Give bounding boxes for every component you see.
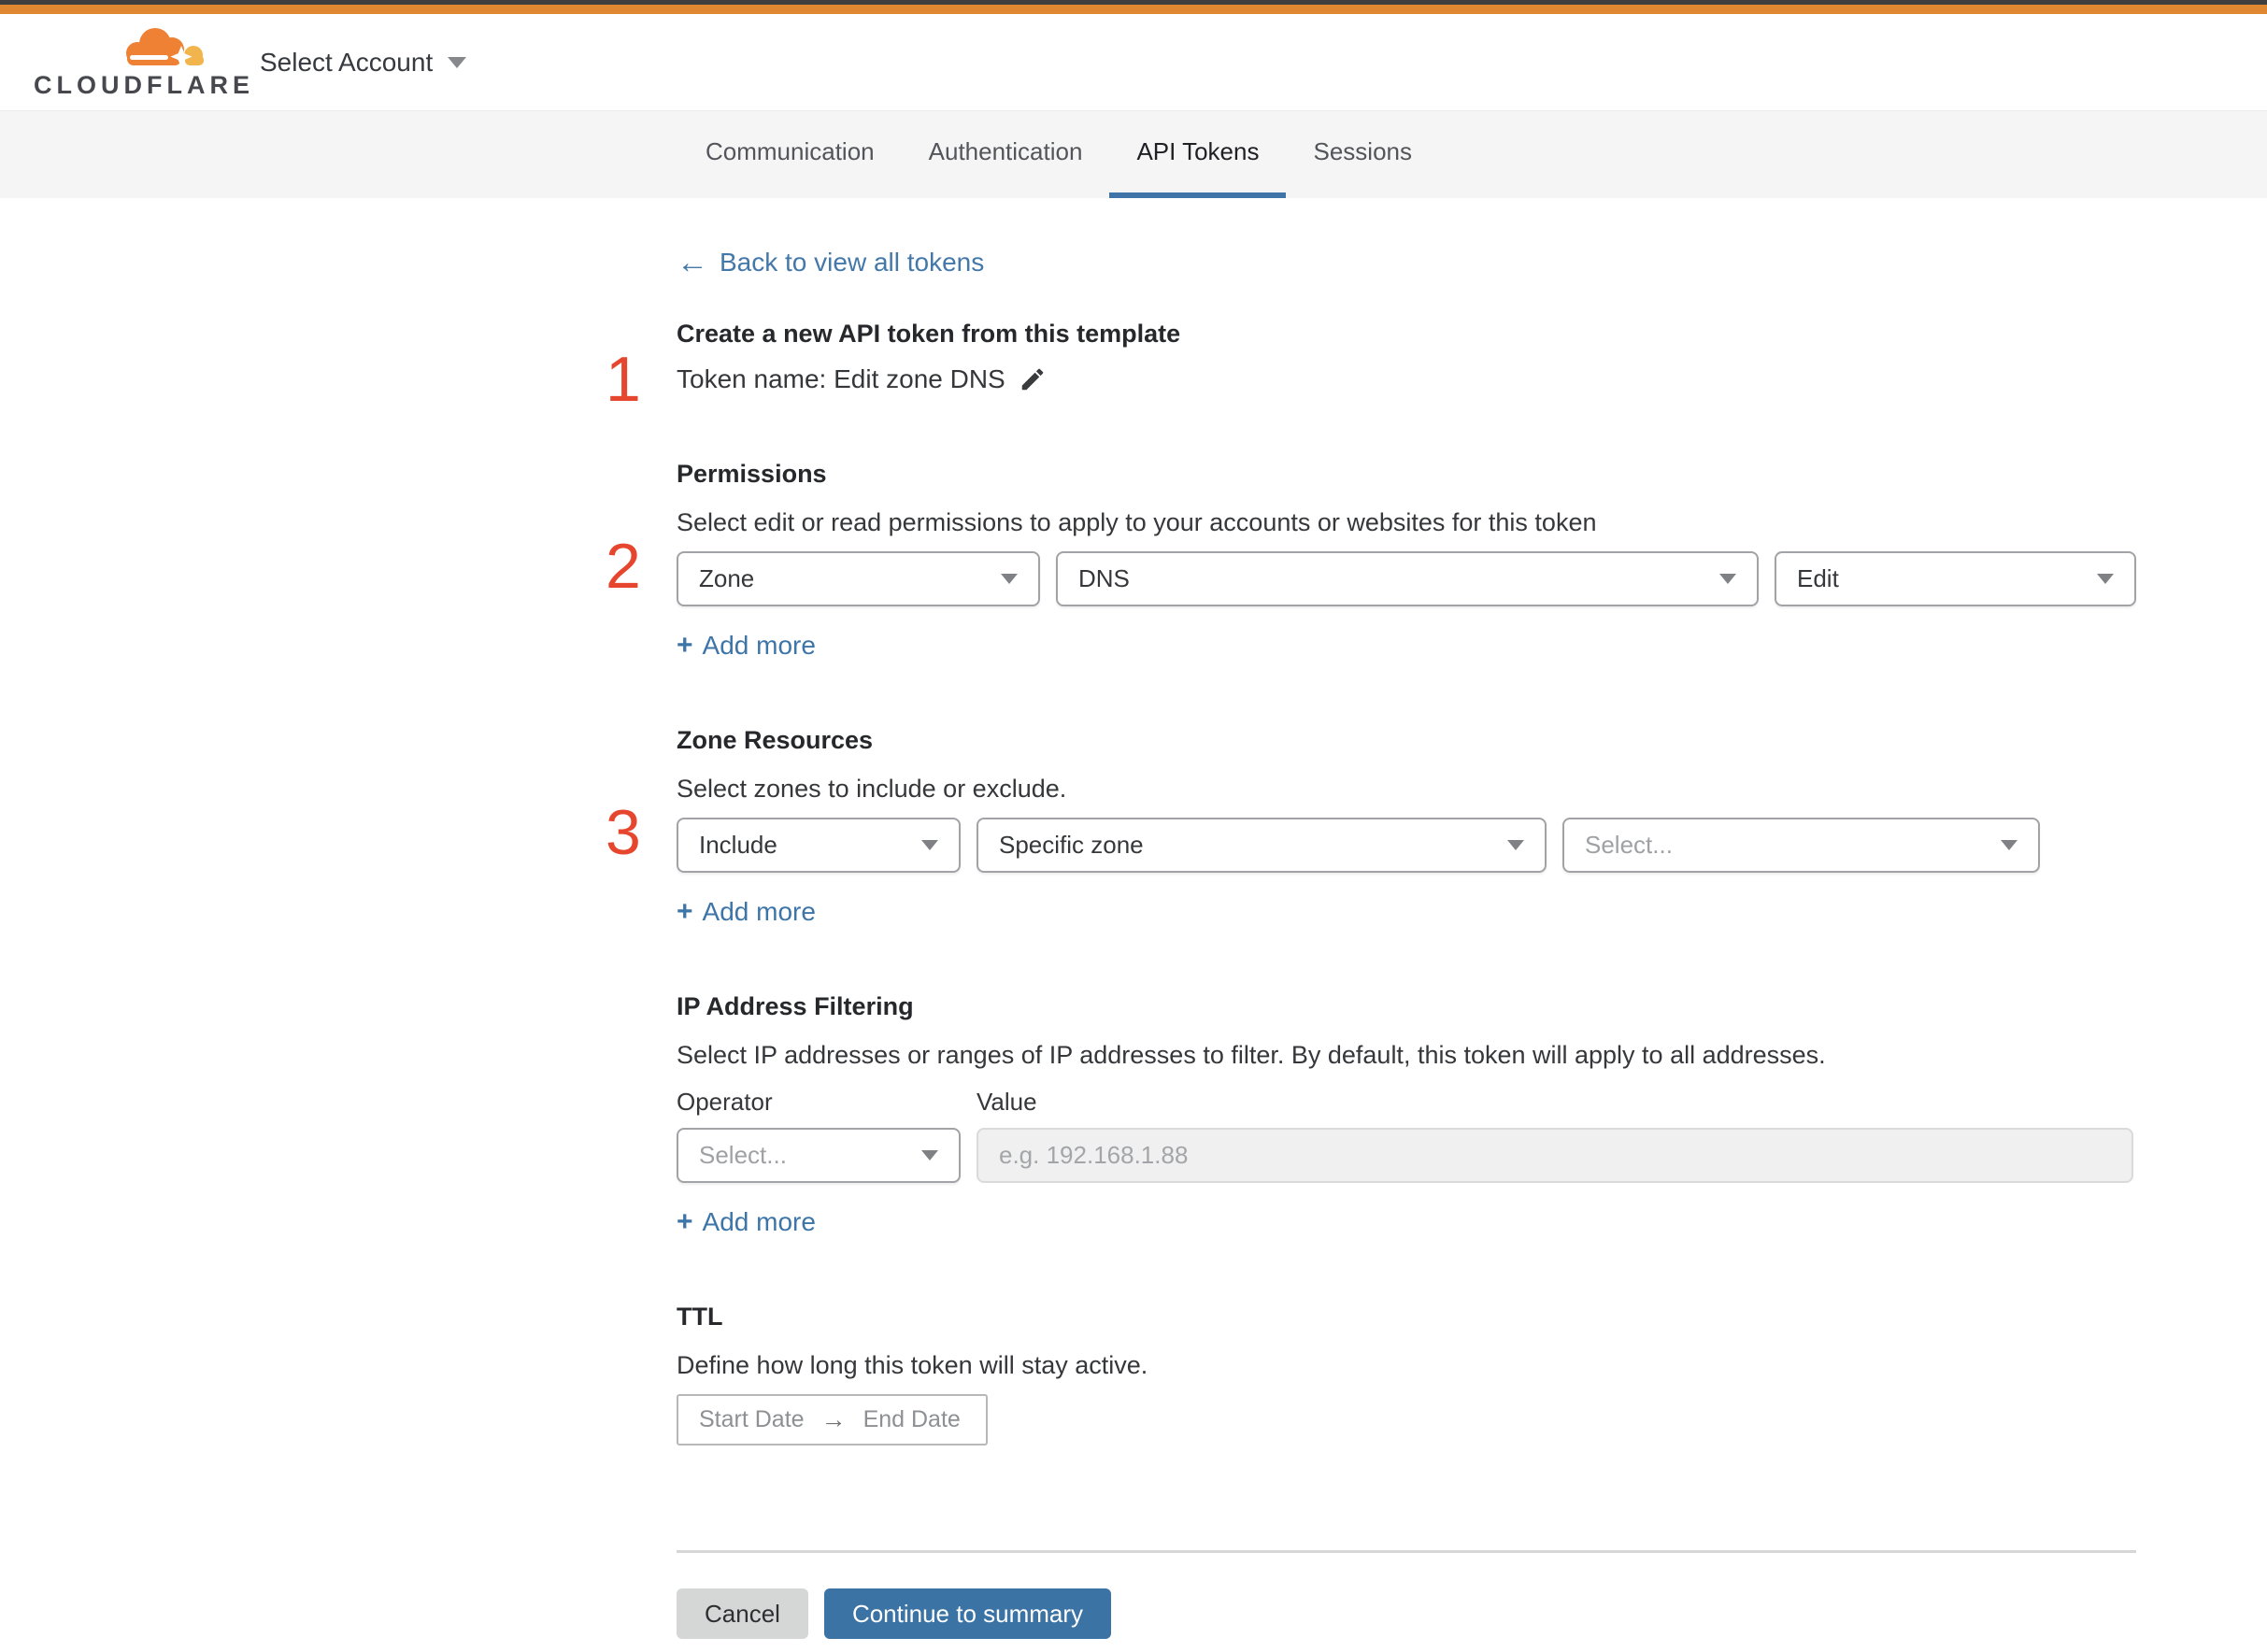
value-label: Value [977,1088,1037,1116]
tab-authentication[interactable]: Authentication [902,111,1110,198]
ip-value-input [977,1128,2133,1183]
chevron-down-icon [1719,574,1736,584]
section-ttl: TTL Define how long this token will stay… [677,1299,2136,1446]
tab-bar: Communication Authentication API Tokens … [0,110,2267,198]
plus-icon: + [677,1206,693,1237]
zone-resources-title: Zone Resources [677,726,874,754]
tab-communication[interactable]: Communication [678,111,902,198]
step-number-2: 2 [606,531,641,602]
back-arrow-icon: ← [677,245,708,280]
ip-filtering-title: IP Address Filtering [677,992,914,1020]
zone-resources-add-more-link[interactable]: + Add more [677,897,816,927]
section-ip-filtering: IP Address Filtering Select IP addresses… [677,989,2136,1237]
cloudflare-wordmark: CLOUDFLARE [34,71,254,99]
ttl-title: TTL [677,1303,723,1331]
arrow-right-icon: → [820,1405,847,1433]
account-selector[interactable]: Select Account [260,47,467,78]
chevron-down-icon [2001,840,2017,850]
zone-include-select[interactable]: Include [677,818,961,873]
edit-pencil-icon[interactable] [1019,365,1047,393]
step-number-1: 1 [606,344,641,415]
cloudflare-logo[interactable]: CLOUDFLARE [34,24,254,100]
zone-picker-select[interactable]: Select... [1562,818,2040,873]
main-content: ← Back to view all tokens 1 Create a new… [0,198,2267,1639]
end-date-placeholder: End Date [863,1406,961,1432]
footer-divider [677,1550,2136,1553]
back-link-label: Back to view all tokens [720,248,985,277]
section-permissions: 2 Permissions Select edit or read permis… [606,456,2136,661]
chevron-down-icon [921,840,938,850]
chevron-down-icon [1507,840,1524,850]
ttl-date-range-picker[interactable]: Start Date → End Date [677,1394,988,1446]
zone-resources-description: Select zones to include or exclude. [677,775,1067,803]
cloudflare-cloud-icon [126,28,204,68]
top-orange-strip [0,5,2267,14]
token-name-text: Token name: Edit zone DNS [677,364,1005,393]
permissions-title: Permissions [677,460,827,488]
ttl-description: Define how long this token will stay act… [677,1351,1148,1379]
operator-label: Operator [677,1088,773,1116]
tab-api-tokens[interactable]: API Tokens [1109,111,1287,198]
permissions-description: Select edit or read permissions to apply… [677,508,1597,536]
zone-type-select[interactable]: Specific zone [977,818,1547,873]
section-zone-resources: 3 Zone Resources Select zones to include… [606,722,2136,927]
chevron-down-icon [1001,574,1018,584]
permission-category-select[interactable]: DNS [1056,551,1759,606]
cloudflare-api-token-page: CLOUDFLARE Select Account Communication … [0,0,2267,1652]
plus-icon: + [677,630,693,661]
section-token-template: 1 Create a new API token from this templ… [606,316,2136,411]
account-selector-label: Select Account [260,47,434,77]
tab-sessions[interactable]: Sessions [1286,111,1439,198]
chevron-down-icon [448,56,467,68]
ip-operator-select[interactable]: Select... [677,1128,961,1183]
template-section-title: Create a new API token from this templat… [677,320,1181,348]
ip-filtering-add-more-link[interactable]: + Add more [677,1207,816,1237]
permission-scope-select[interactable]: Zone [677,551,1040,606]
ip-filtering-description: Select IP addresses or ranges of IP addr… [677,1041,1826,1069]
chevron-down-icon [2097,574,2114,584]
step-number-3: 3 [606,797,641,868]
cancel-button[interactable]: Cancel [677,1588,808,1639]
plus-icon: + [677,896,693,927]
back-to-tokens-link[interactable]: ← Back to view all tokens [677,247,984,278]
start-date-placeholder: Start Date [699,1406,805,1432]
permissions-add-more-link[interactable]: + Add more [677,631,816,661]
continue-to-summary-button[interactable]: Continue to summary [823,1588,1112,1639]
footer-actions: Cancel Continue to summary [677,1588,2136,1639]
header: CLOUDFLARE Select Account [0,14,2267,110]
chevron-down-icon [921,1150,938,1161]
permission-access-select[interactable]: Edit [1775,551,2136,606]
